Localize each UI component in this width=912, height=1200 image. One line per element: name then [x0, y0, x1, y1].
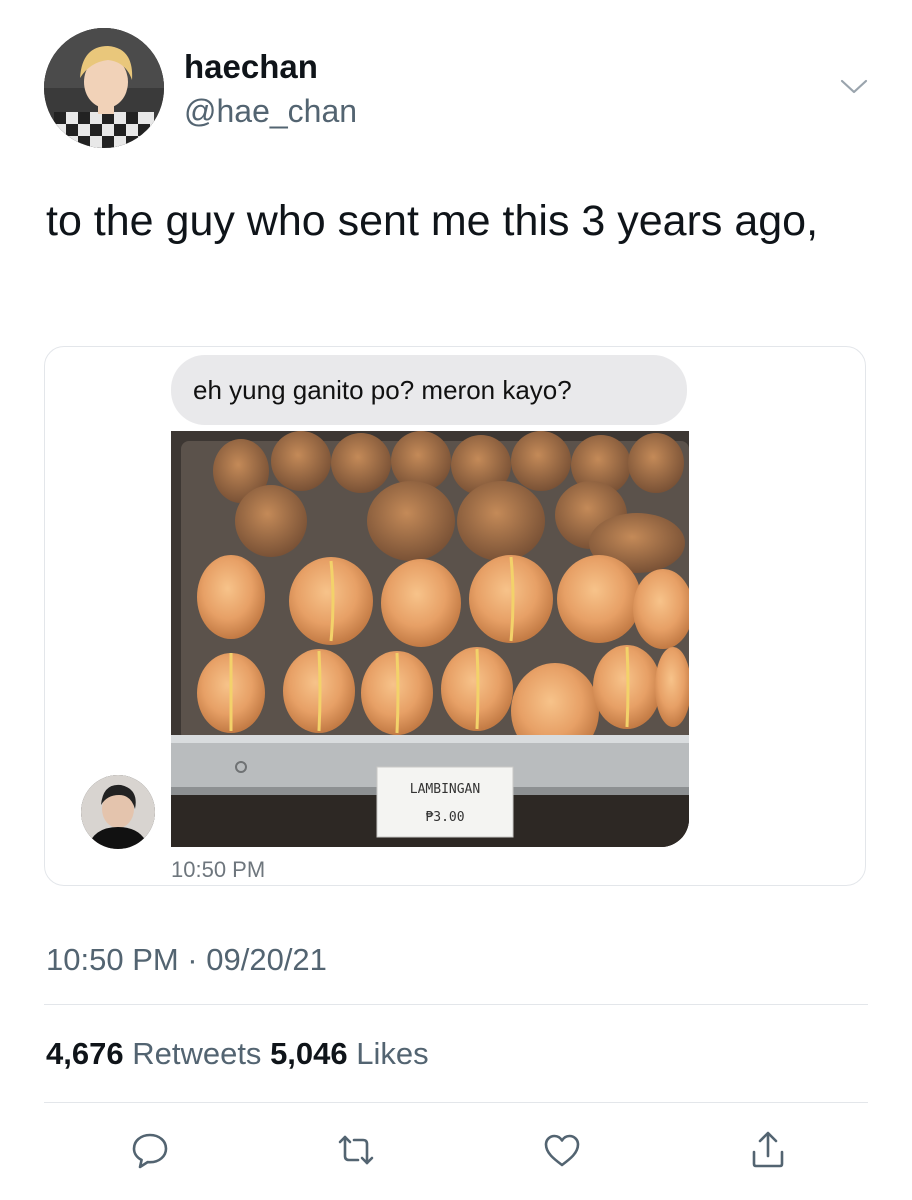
chevron-down-icon[interactable] [836, 74, 872, 98]
divider [44, 1102, 868, 1103]
chat-message-bubble: eh yung ganito po? meron kayo? [171, 355, 687, 425]
divider [44, 1004, 868, 1005]
tweet-media-card[interactable]: eh yung ganito po? meron kayo? LAMBINGAN… [44, 346, 866, 886]
reply-icon[interactable] [128, 1128, 172, 1172]
tweet-text: to the guy who sent me this 3 years ago, [46, 197, 819, 245]
sender-avatar [81, 775, 155, 849]
engagement-stats: 4,676 Retweets 5,046 Likes [46, 1034, 429, 1074]
chat-time: 10:50 PM [171, 857, 266, 882]
price-tag-name: LAMBINGAN [410, 782, 480, 797]
tweet-timestamp[interactable]: 10:50 PM · 09/20/21 [46, 940, 327, 980]
likes-count[interactable]: 5,046 [270, 1036, 348, 1071]
like-icon[interactable] [540, 1128, 584, 1172]
author-avatar[interactable] [44, 28, 164, 148]
retweets-label[interactable]: Retweets [132, 1036, 261, 1071]
retweets-count[interactable]: 4,676 [46, 1036, 124, 1071]
likes-label[interactable]: Likes [356, 1036, 428, 1071]
author-handle[interactable]: @hae_chan [184, 92, 357, 130]
chat-photo[interactable]: LAMBINGAN ₱3.00 [171, 431, 689, 847]
retweet-icon[interactable] [334, 1128, 378, 1172]
author-display-name[interactable]: haechan [184, 48, 318, 86]
share-icon[interactable] [746, 1128, 790, 1172]
price-tag-price: ₱3.00 [425, 810, 464, 825]
